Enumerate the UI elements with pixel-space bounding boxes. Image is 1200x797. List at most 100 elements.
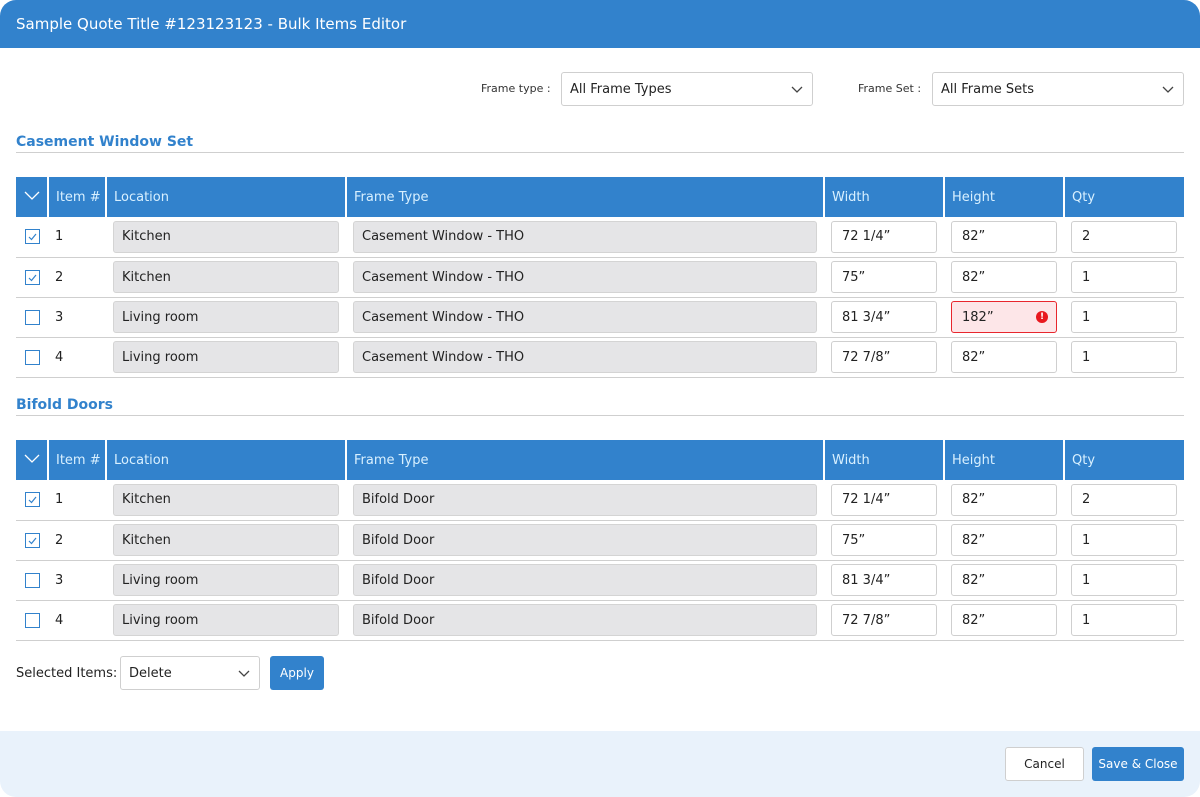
row-checkbox[interactable]: [24, 532, 40, 548]
row-checkbox[interactable]: [24, 612, 40, 628]
row-checkbox[interactable]: [24, 229, 40, 245]
height-input[interactable]: 82”: [951, 483, 1057, 516]
column-header-width[interactable]: Width: [823, 440, 944, 480]
height-input[interactable]: 82”: [951, 261, 1057, 293]
frame-type-select[interactable]: All Frame Types: [561, 72, 813, 106]
qty-input[interactable]: 2: [1071, 220, 1177, 253]
height-input[interactable]: 82”: [951, 604, 1057, 636]
location-value: Living room: [122, 349, 199, 365]
frame-type-cell: Bifold Door: [346, 480, 824, 521]
column-header-qty[interactable]: Qty: [1063, 440, 1184, 480]
row-select-cell: [16, 480, 48, 521]
width-input[interactable]: 81 3/4”: [831, 564, 937, 596]
frame-type-field: Bifold Door: [353, 524, 817, 556]
frame-set-select[interactable]: All Frame Sets: [932, 72, 1184, 106]
qty-input[interactable]: 1: [1071, 261, 1177, 293]
width-input[interactable]: 81 3/4”: [831, 301, 937, 333]
row-checkbox[interactable]: [24, 309, 40, 325]
width-input[interactable]: 72 7/8”: [831, 341, 937, 373]
height-input[interactable]: 182”!: [951, 301, 1057, 333]
qty-cell: 2: [1064, 480, 1184, 521]
frame-type-selected: All Frame Types: [570, 81, 672, 97]
section-title-casement: Casement Window Set: [16, 134, 194, 150]
height-input[interactable]: 82”: [951, 564, 1057, 596]
column-header-frame-type[interactable]: Frame Type: [345, 177, 824, 217]
location-value: Living room: [122, 612, 199, 628]
height-input[interactable]: 82”: [951, 524, 1057, 556]
row-select-cell: [16, 600, 48, 641]
apply-button[interactable]: Apply: [270, 656, 324, 690]
select-all-toggle[interactable]: [16, 177, 48, 217]
width-input[interactable]: 72 1/4”: [831, 220, 937, 253]
height-cell: 182”!: [944, 297, 1064, 338]
width-input[interactable]: 75”: [831, 524, 937, 556]
height-value: 82”: [962, 612, 986, 628]
row-checkbox[interactable]: [24, 269, 40, 285]
qty-input[interactable]: 1: [1071, 604, 1177, 636]
width-input[interactable]: 72 7/8”: [831, 604, 937, 636]
location-value: Kitchen: [122, 532, 171, 548]
save-close-button[interactable]: Save & Close: [1092, 747, 1184, 781]
row-checkbox[interactable]: [24, 349, 40, 365]
column-header-height[interactable]: Height: [943, 440, 1064, 480]
table-row: 1 Kitchen Bifold Door 72 1/4” 82” 2: [16, 480, 1184, 521]
bulk-items-editor-dialog: Sample Quote Title #123123123 - Bulk Ite…: [0, 0, 1200, 797]
column-header-frame-type[interactable]: Frame Type: [345, 440, 824, 480]
row-select-cell: [16, 337, 48, 378]
column-header-location[interactable]: Location: [105, 440, 346, 480]
item-number: 2: [48, 520, 106, 561]
column-header-location[interactable]: Location: [105, 177, 346, 217]
column-header-item[interactable]: Item #: [47, 440, 106, 480]
row-checkbox[interactable]: [24, 572, 40, 588]
frame-type-value: Casement Window - THO: [362, 229, 525, 245]
location-value: Living room: [122, 309, 199, 325]
width-value: 72 1/4”: [842, 492, 891, 508]
frame-type-cell: Casement Window - THO: [346, 257, 824, 298]
height-value: 82”: [962, 492, 986, 508]
dialog-footer: Cancel Save & Close: [0, 731, 1200, 797]
column-header-width[interactable]: Width: [823, 177, 944, 217]
filters-bar: Frame type : All Frame Types Frame Set :…: [0, 72, 1200, 106]
table-row: 4 Living room Casement Window - THO 72 7…: [16, 337, 1184, 378]
height-value: 82”: [962, 269, 986, 285]
selected-items-label: Selected Items:: [16, 666, 118, 681]
qty-input[interactable]: 2: [1071, 483, 1177, 516]
frame-type-cell: Bifold Door: [346, 600, 824, 641]
location-field: Living room: [113, 341, 339, 373]
height-value: 182”: [962, 309, 994, 325]
chevron-down-icon: [238, 670, 250, 677]
width-value: 72 7/8”: [842, 349, 891, 365]
table-header-row: Item # Location Frame Type Width Height …: [16, 177, 1184, 217]
frame-type-value: Bifold Door: [362, 612, 435, 628]
width-cell: 72 1/4”: [824, 480, 944, 521]
section-divider: [16, 152, 1184, 153]
column-header-height[interactable]: Height: [943, 177, 1064, 217]
qty-input[interactable]: 1: [1071, 524, 1177, 556]
location-field: Living room: [113, 604, 339, 636]
qty-cell: 1: [1064, 257, 1184, 298]
height-input[interactable]: 82”: [951, 220, 1057, 253]
width-input[interactable]: 72 1/4”: [831, 483, 937, 516]
qty-input[interactable]: 1: [1071, 564, 1177, 596]
height-cell: 82”: [944, 217, 1064, 258]
cancel-button[interactable]: Cancel: [1005, 747, 1084, 781]
qty-input[interactable]: 1: [1071, 301, 1177, 333]
width-input[interactable]: 75”: [831, 261, 937, 293]
frame-type-value: Casement Window - THO: [362, 349, 525, 365]
column-header-item[interactable]: Item #: [47, 177, 106, 217]
height-input[interactable]: 82”: [951, 341, 1057, 373]
select-all-toggle[interactable]: [16, 440, 48, 480]
table-row: 2 Kitchen Bifold Door 75” 82” 1: [16, 520, 1184, 561]
height-cell: 82”: [944, 480, 1064, 521]
table-header-row: Item # Location Frame Type Width Height …: [16, 440, 1184, 480]
chevron-down-icon: [1162, 86, 1174, 93]
column-header-qty[interactable]: Qty: [1063, 177, 1184, 217]
bulk-action-select[interactable]: Delete: [120, 656, 260, 690]
row-checkbox[interactable]: [24, 492, 40, 508]
item-number: 3: [48, 560, 106, 601]
frame-type-cell: Casement Window - THO: [346, 217, 824, 258]
qty-value: 2: [1082, 229, 1091, 245]
height-cell: 82”: [944, 560, 1064, 601]
qty-input[interactable]: 1: [1071, 341, 1177, 373]
dialog-titlebar: Sample Quote Title #123123123 - Bulk Ite…: [0, 0, 1200, 48]
